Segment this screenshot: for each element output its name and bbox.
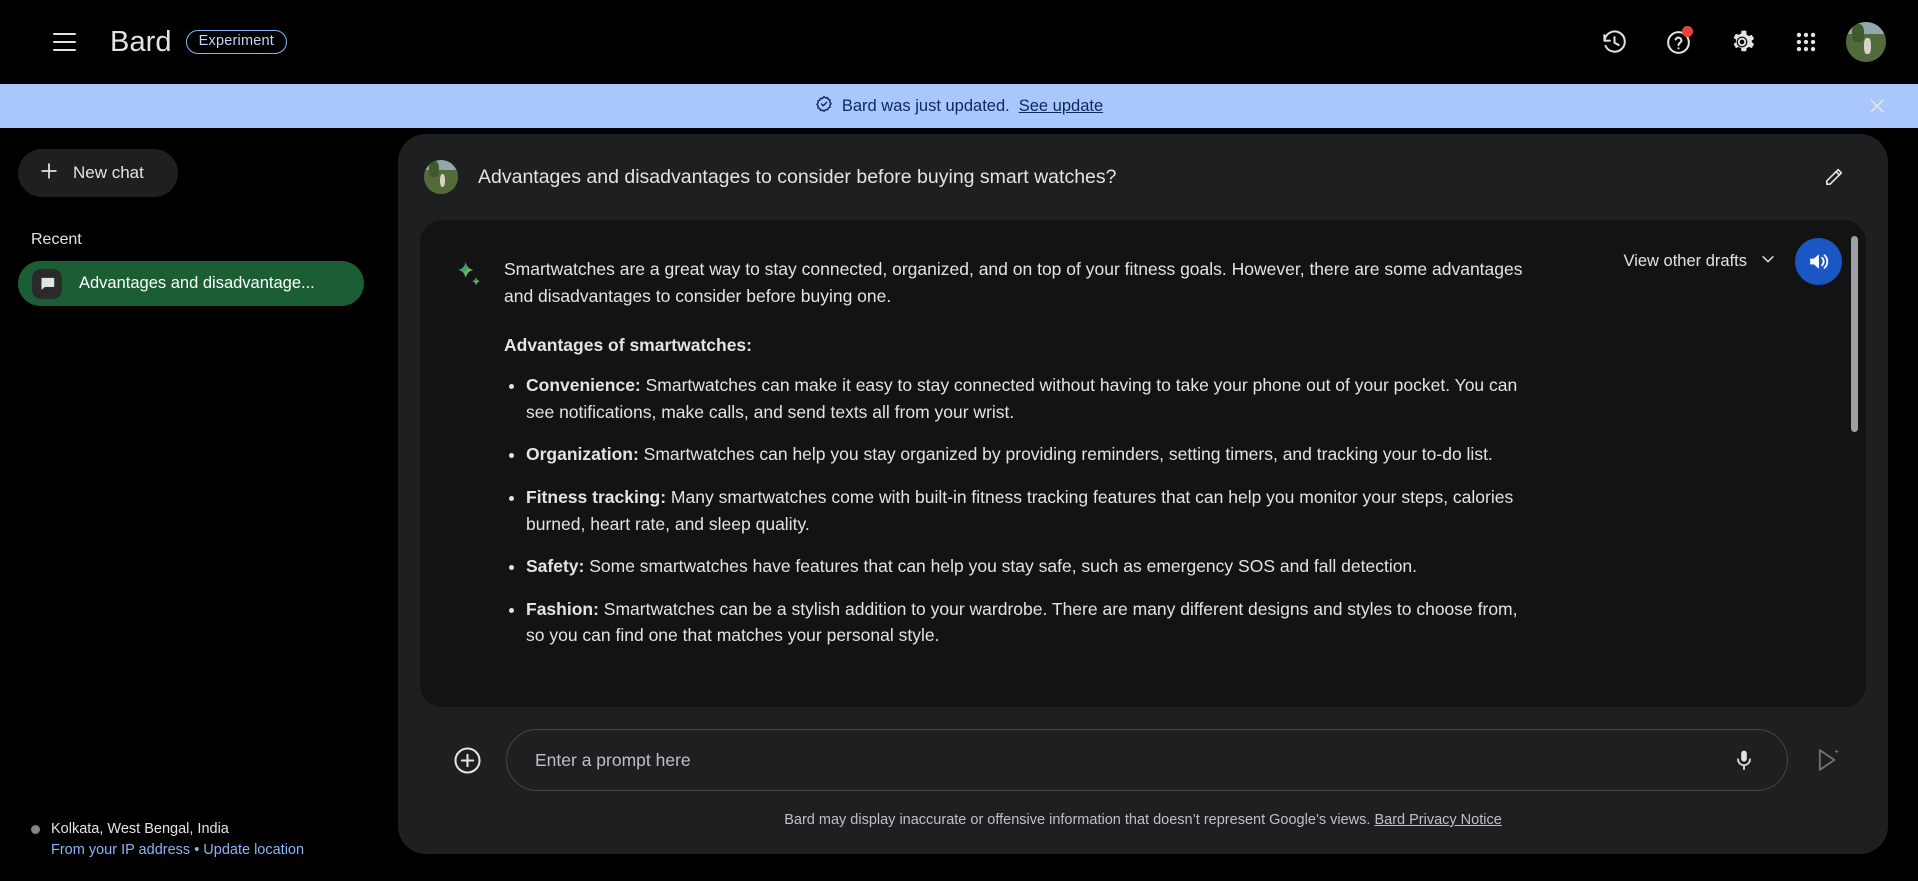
pencil-edit-icon[interactable] — [1812, 156, 1854, 198]
list-item-label: Convenience: — [526, 375, 641, 396]
chevron-down-icon — [1759, 250, 1777, 273]
prompt-input[interactable] — [535, 749, 1727, 771]
help-icon[interactable] — [1654, 18, 1702, 66]
answer-scrollbar[interactable] — [1851, 236, 1858, 696]
help-notification-dot — [1682, 26, 1693, 37]
list-item-label: Fitness tracking: — [526, 486, 667, 507]
plus-icon — [38, 160, 60, 187]
answer-body: Smartwatches are a great way to stay con… — [420, 220, 1866, 665]
list-item-label: Safety: — [526, 556, 585, 577]
gear-icon[interactable] — [1718, 18, 1766, 66]
user-query-text: Advantages and disadvantages to consider… — [478, 165, 1117, 188]
list-item: Organization: Smartwatches can help you … — [526, 441, 1539, 468]
view-other-drafts-button[interactable]: View other drafts — [1619, 244, 1781, 279]
apps-grid-icon[interactable] — [1782, 18, 1830, 66]
chat-bubble-icon — [32, 268, 62, 299]
close-icon[interactable] — [1860, 89, 1894, 123]
answer-scrollbar-thumb[interactable] — [1851, 236, 1858, 432]
avatar[interactable] — [1846, 22, 1886, 62]
new-chat-label: New chat — [73, 163, 144, 182]
list-item-label: Organization: — [526, 444, 639, 465]
banner-text: Bard was just updated. — [841, 96, 1010, 115]
advantages-list: Convenience: Smartwatches can make it ea… — [504, 372, 1539, 649]
prompt-input-area: Bard may display inaccurate or offensive… — [398, 707, 1888, 854]
sidebar: New chat Recent Advantages and disadvant… — [0, 128, 398, 881]
sidebar-item-chat-advantages[interactable]: Advantages and disadvantage... — [18, 261, 364, 306]
sidebar-item-label: Advantages and disadvantage... — [79, 274, 315, 292]
list-item-text: Smartwatches can help you stay organized… — [638, 444, 1493, 465]
update-location-link[interactable]: Update location — [203, 842, 304, 858]
bard-sparkle-icon — [454, 256, 484, 665]
prompt-box[interactable] — [506, 729, 1788, 791]
privacy-notice-link[interactable]: Bard Privacy Notice — [1374, 812, 1501, 828]
disclaimer: Bard may display inaccurate or offensive… — [784, 812, 1502, 828]
disclaimer-text: Bard may display inaccurate or offensive… — [784, 812, 1371, 828]
experiment-badge: Experiment — [185, 30, 288, 54]
list-item: Safety: Some smartwatches have features … — [526, 553, 1539, 580]
top-bar: Bard Experiment — [0, 0, 1918, 84]
main-conversation-panel: Advantages and disadvantages to consider… — [398, 134, 1888, 854]
plus-circle-icon[interactable] — [450, 743, 484, 777]
list-item-text: Some smartwatches have features that can… — [584, 556, 1418, 577]
answer-subheading: Advantages of smartwatches: — [504, 335, 752, 356]
top-bar-actions — [1590, 18, 1896, 66]
microphone-icon[interactable] — [1727, 743, 1761, 777]
page-title: Bard — [110, 25, 172, 58]
user-query-row: Advantages and disadvantages to consider… — [398, 134, 1888, 220]
hamburger-menu-icon[interactable] — [40, 18, 88, 66]
send-icon[interactable] — [1810, 742, 1846, 778]
location-name: Kolkata, West Bengal, India — [51, 821, 229, 837]
verified-check-icon — [815, 95, 833, 118]
location-separator: • — [194, 842, 200, 858]
location-footer: Kolkata, West Bengal, India From your IP… — [31, 821, 371, 858]
speaker-icon[interactable] — [1795, 238, 1842, 285]
view-other-drafts-label: View other drafts — [1623, 252, 1747, 270]
see-update-link[interactable]: See update — [1019, 97, 1103, 116]
history-icon[interactable] — [1590, 18, 1638, 66]
answer-controls: View other drafts — [1619, 238, 1842, 285]
answer-card: View other drafts Smartwatches are a gre… — [420, 220, 1866, 707]
list-item: Convenience: Smartwatches can make it ea… — [526, 372, 1539, 425]
bard-app-window: Bard Experiment Bard was just updated. S… — [0, 0, 1918, 881]
list-item: Fitness tracking: Many smartwatches come… — [526, 484, 1539, 537]
new-chat-button[interactable]: New chat — [18, 149, 178, 197]
list-item: Fashion: Smartwatches can be a stylish a… — [526, 596, 1539, 649]
brand: Bard Experiment — [110, 25, 288, 59]
list-item-text: Many smartwatches come with built-in fit… — [526, 486, 1514, 534]
list-item-label: Fashion: — [526, 598, 599, 619]
update-banner: Bard was just updated. See update — [0, 84, 1918, 128]
recent-section-label: Recent — [31, 231, 82, 248]
location-source: From your IP address — [51, 842, 191, 858]
answer-intro-paragraph: Smartwatches are a great way to stay con… — [504, 259, 1523, 306]
list-item-text: Smartwatches can be a stylish addition t… — [526, 598, 1518, 646]
location-dot-icon — [31, 824, 40, 834]
user-avatar — [424, 160, 458, 194]
list-item-text: Smartwatches can make it easy to stay co… — [526, 375, 1518, 422]
